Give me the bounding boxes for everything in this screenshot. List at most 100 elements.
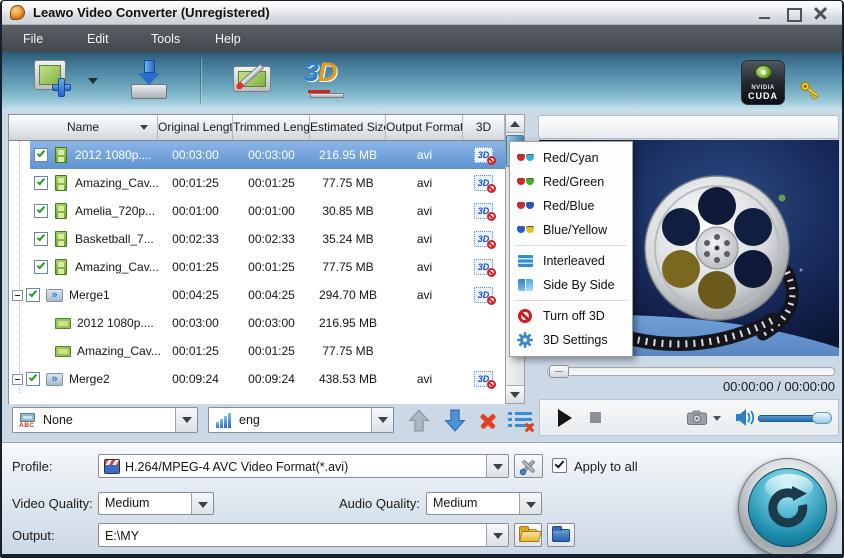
3d-off-icon [487,184,496,193]
convert-button[interactable] [738,458,837,557]
context-menu-item-red-green[interactable]: Red/Green [510,170,632,194]
scroll-up-button[interactable] [506,115,524,133]
menu-edit[interactable]: Edit [66,32,130,46]
context-menu-item-3d-settings[interactable]: 3D Settings [510,328,632,352]
row-checkbox[interactable] [34,176,48,190]
context-menu-item-turn-off-3d[interactable]: Turn off 3D [510,304,632,328]
apply-to-all-checkbox[interactable] [552,458,567,473]
add-video-button[interactable] [34,58,80,104]
collapse-expander[interactable] [12,374,23,385]
table-row[interactable]: Basketball_7...00:02:3300:02:3335.24 MBa… [9,225,505,253]
video-quality-select[interactable]: Medium [98,492,214,515]
cell-original: 00:01:25 [158,169,233,197]
column-header-trimmed-length[interactable]: Trimmed Length [233,115,310,140]
cell-original: 00:01:25 [158,337,233,365]
table-row[interactable]: 2012 1080p....00:03:0000:03:00216.95 MBa… [9,141,505,169]
3d-status-icon[interactable]: 3D [474,147,493,163]
table-row[interactable]: Amazing_Cav...00:01:2500:01:2577.75 MB [9,337,505,365]
check-icon [37,177,45,186]
3d-off-icon [487,380,496,389]
snapshot-dropdown-arrow[interactable] [713,416,721,421]
row-checkbox[interactable] [34,148,48,162]
output-dropdown-arrow[interactable] [486,524,508,546]
seek-slider-thumb[interactable] [549,365,569,378]
column-header-name[interactable]: Name [9,115,158,140]
column-header-output-format[interactable]: Output Format [386,115,463,140]
3d-status-icon[interactable]: 3D [474,175,493,191]
table-row[interactable]: Amazing_Cav...00:01:2500:01:2577.75 MBav… [9,253,505,281]
table-row[interactable]: 2012 1080p....00:03:0000:03:00216.95 MB [9,309,505,337]
edit-video-button[interactable] [230,58,276,104]
menu-file[interactable]: File [2,32,66,46]
subtitle-dropdown-arrow[interactable] [175,408,197,432]
context-menu-item-red-cyan[interactable]: Red/Cyan [510,146,632,170]
3d-off-icon [487,240,496,249]
profile-value: H.264/MPEG-4 AVC Video Format(*.avi) [125,455,484,479]
context-menu-item-side-by-side[interactable]: Side By Side [510,273,632,297]
add-video-dropdown-arrow[interactable] [88,78,98,84]
profile-dropdown-arrow[interactable] [486,455,508,477]
column-header-original-length[interactable]: Original Length [158,115,233,140]
row-checkbox[interactable] [34,260,48,274]
table-row[interactable]: Merge2»00:09:2400:09:24438.53 MBavi3D [9,365,505,393]
3d-options-context-menu: Red/Cyan Red/Green Red/Blue Blue/Yellow Inte… [509,141,633,357]
context-menu-item-red-blue[interactable]: Red/Blue [510,194,632,218]
browse-output-button[interactable] [514,523,542,547]
audio-dropdown-arrow[interactable] [371,408,393,432]
menu-item-label: Red/Green [543,175,604,189]
3d-status-icon[interactable]: 3D [474,287,493,303]
move-up-button[interactable] [408,409,430,432]
context-menu-item-blue-yellow[interactable]: Blue/Yellow [510,218,632,242]
audio-quality-dropdown-arrow[interactable] [519,493,541,514]
row-checkbox[interactable] [26,372,40,386]
audio-track-select[interactable]: eng [208,407,394,433]
stop-button[interactable] [590,412,601,423]
convert-3d-button[interactable]: 3D [302,58,354,104]
plus-icon [52,78,69,95]
scroll-down-button[interactable] [506,385,524,403]
profile-select[interactable]: H.264/MPEG-4 AVC Video Format(*.avi) [98,454,509,478]
menu-item-label: Red/Blue [543,199,594,213]
collapse-expander[interactable] [12,290,23,301]
seek-slider[interactable] [547,367,835,376]
download-video-button[interactable] [128,58,172,104]
menu-tools[interactable]: Tools [130,32,194,46]
3d-status-icon[interactable]: 3D [474,371,493,387]
cell-trimmed: 00:02:33 [233,225,310,253]
table-row[interactable]: Merge1»00:04:2500:04:25294.70 MBavi3D [9,281,505,309]
profile-settings-button[interactable] [514,454,543,478]
video-quality-dropdown-arrow[interactable] [191,493,213,514]
remove-file-button[interactable] [478,411,498,431]
snapshot-camera-icon[interactable] [687,410,707,425]
row-checkbox[interactable] [34,232,48,246]
table-row[interactable]: Amazing_Cav...00:01:2500:01:2577.75 MBav… [9,169,505,197]
3d-status-icon[interactable]: 3D [474,259,493,275]
speaker-icon[interactable] [736,408,754,427]
clear-list-button[interactable] [508,410,533,431]
interleaved-icon [517,254,535,268]
volume-slider-thumb[interactable] [812,412,832,424]
menu-help[interactable]: Help [194,32,258,46]
play-button[interactable] [558,409,572,427]
audio-quality-select[interactable]: Medium [426,492,542,515]
minimize-button[interactable] [754,6,776,21]
audio-track-icon [216,413,232,428]
move-down-button[interactable] [444,409,466,432]
open-folder-button[interactable] [547,523,575,547]
maximize-button[interactable] [782,6,804,21]
3d-status-icon[interactable]: 3D [474,203,493,219]
subtitle-select[interactable]: ABC None [12,407,198,433]
context-menu-item-interleaved[interactable]: Interleaved [510,249,632,273]
row-checkbox[interactable] [26,288,40,302]
column-header-estimated-size[interactable]: Estimated Size [310,115,386,140]
column-header-3d[interactable]: 3D [463,115,505,140]
register-key-icon[interactable] [798,78,822,102]
3d-status-icon[interactable]: 3D [474,231,493,247]
close-button[interactable] [810,6,832,21]
output-settings-panel: Profile: H.264/MPEG-4 AVC Video Format(*… [2,442,842,554]
glasses-icon [517,175,535,189]
output-path-select[interactable]: E:\MY [98,523,509,547]
row-checkbox[interactable] [34,204,48,218]
table-row[interactable]: Amelia_720p...00:01:0000:01:0030.85 MBav… [9,197,505,225]
video-file-icon [55,346,71,357]
